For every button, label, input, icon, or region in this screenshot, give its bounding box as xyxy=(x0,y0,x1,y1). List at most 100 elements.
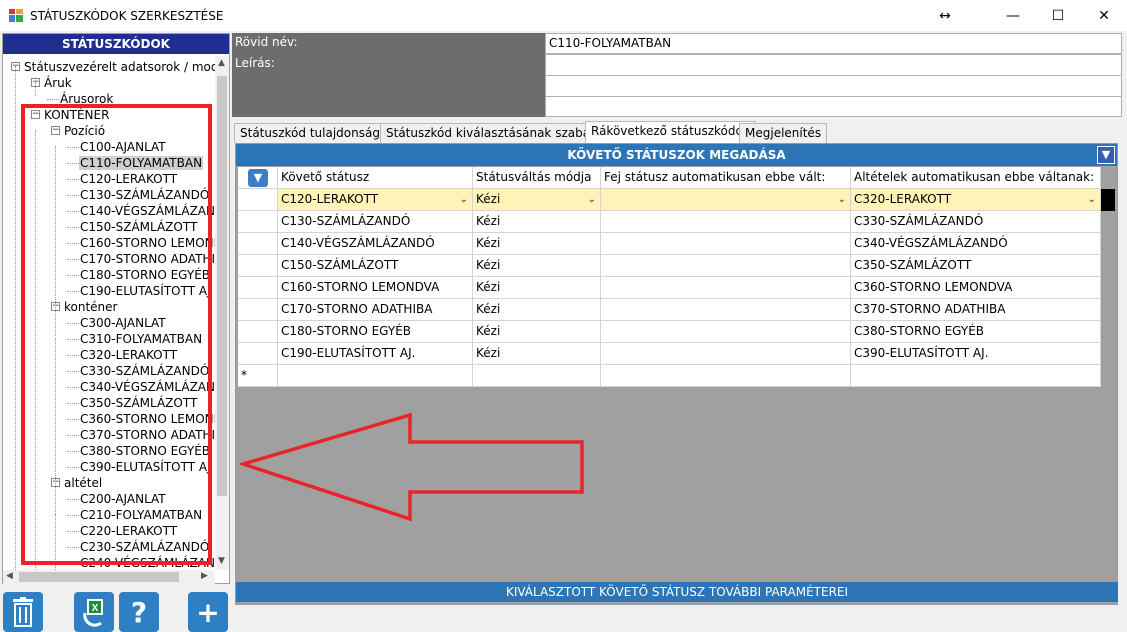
tree-guide-line xyxy=(15,66,16,570)
row-header[interactable] xyxy=(238,211,278,233)
grid-cell[interactable] xyxy=(601,365,851,387)
grid-cell[interactable]: C340-VÉGSZÁMLÁZANDÓ xyxy=(851,233,1101,255)
column-header[interactable]: Státusváltás módja xyxy=(473,167,601,189)
grid-cell[interactable]: C360-STORNO LEMONDVA xyxy=(851,277,1101,299)
dropdown-icon[interactable]: ⌄ xyxy=(838,189,846,210)
column-header[interactable]: Követő státusz xyxy=(278,167,473,189)
main-window: STÁTUSZKÓDOK SZERKESZTÉSE ↔ — ☐ ✕ STÁTUS… xyxy=(0,0,1127,632)
grid-cell[interactable] xyxy=(601,233,851,255)
trash-icon xyxy=(13,597,33,627)
grid-cell[interactable] xyxy=(601,321,851,343)
tab-display[interactable]: Megjelenítés xyxy=(739,123,828,143)
collapse-icon[interactable]: ▼ xyxy=(1097,146,1115,164)
window-title: STÁTUSZKÓDOK SZERKESZTÉSE xyxy=(30,9,224,23)
current-row-indicator xyxy=(1101,189,1115,211)
tree-node-label: Áruk xyxy=(44,76,72,90)
grid-cell-text: C320-LERAKOTT xyxy=(854,192,952,206)
grid-combo-cell[interactable]: C320-LERAKOTT ⌄ xyxy=(851,189,1101,211)
row-header[interactable] xyxy=(238,321,278,343)
grid-cell[interactable]: C350-SZÁMLÁZOTT xyxy=(851,255,1101,277)
description-field[interactable] xyxy=(545,54,1122,117)
grid-cell[interactable]: C330-SZÁMLÁZANDÓ xyxy=(851,211,1101,233)
dropdown-icon[interactable]: ⌄ xyxy=(460,189,468,210)
tab-selection-rules[interactable]: Státuszkód kiválasztásának szabályai xyxy=(380,123,618,143)
grid-cell[interactable]: C380-STORNO EGYÉB xyxy=(851,321,1101,343)
grid-cell[interactable]: C370-STORNO ADATHIBA xyxy=(851,299,1101,321)
grid-title: KÖVETŐ STÁTUSZOK MEGADÁSA xyxy=(236,144,1117,166)
following-status-panel: KÖVETŐ STÁTUSZOK MEGADÁSA ▼ ▼ Követő stát… xyxy=(235,143,1118,605)
export-button[interactable]: X xyxy=(74,592,114,632)
tree-horizontal-scrollbar[interactable]: ◀ ▶ xyxy=(3,570,215,584)
grid-cell[interactable]: C150-SZÁMLÁZOTT xyxy=(278,255,473,277)
description-label: Leírás: xyxy=(232,54,545,117)
grid-cell[interactable]: Kézi xyxy=(473,211,601,233)
dropdown-icon[interactable]: ⌄ xyxy=(1088,189,1096,210)
grid-cell[interactable] xyxy=(851,365,1101,387)
tree-node-label: Státuszvezérelt adatsorok / modu xyxy=(24,60,215,74)
excel-export-icon: X xyxy=(83,599,103,627)
grid-cell[interactable]: Kézi xyxy=(473,299,601,321)
grid-cell[interactable] xyxy=(278,365,473,387)
filter-icon[interactable]: ▼ xyxy=(248,169,268,187)
column-header[interactable]: Altételek automatikusan ebbe váltanak: xyxy=(851,167,1101,189)
row-header[interactable] xyxy=(238,343,278,365)
grid-cell[interactable] xyxy=(601,299,851,321)
scroll-left-icon[interactable]: ◀ xyxy=(6,571,13,581)
title-bar: STÁTUSZKÓDOK SZERKESZTÉSE ↔ — ☐ ✕ xyxy=(0,0,1127,31)
tree-vertical-scroll-thumb[interactable] xyxy=(217,76,227,496)
tree-panel-header: STÁTUSZKÓDOK xyxy=(3,34,229,54)
minimize-button[interactable]: — xyxy=(990,0,1036,31)
scroll-down-icon[interactable]: ▼ xyxy=(218,556,225,566)
tab-following-status-codes[interactable]: Rákövetkező státuszkódok xyxy=(585,121,756,143)
dropdown-icon[interactable]: ⌄ xyxy=(588,189,596,210)
row-header[interactable] xyxy=(238,233,278,255)
tree-node[interactable]: Státuszvezérelt adatsorok / modu xyxy=(23,59,215,75)
grid-cell[interactable]: C130-SZÁMLÁZANDÓ xyxy=(278,211,473,233)
grid-cell[interactable]: C180-STORNO EGYÉB xyxy=(278,321,473,343)
scroll-right-icon[interactable]: ▶ xyxy=(201,571,208,581)
grid-cell[interactable]: C190-ELUTASÍTOTT AJ. xyxy=(278,343,473,365)
grid-combo-cell[interactable]: Kézi ⌄ xyxy=(473,189,601,211)
grid-cell[interactable]: Kézi xyxy=(473,321,601,343)
add-button[interactable]: + xyxy=(188,592,228,632)
tree-guide-line xyxy=(35,82,36,96)
grid-cell[interactable] xyxy=(473,365,601,387)
grid-cell[interactable]: C140-VÉGSZÁMLÁZANDÓ xyxy=(278,233,473,255)
grid-cell[interactable] xyxy=(601,343,851,365)
additional-parameters-bar[interactable]: KIVÁLASZTOTT KÖVETŐ STÁTUSZ TOVÁBBI PARA… xyxy=(236,582,1118,602)
grid-cell[interactable] xyxy=(601,255,851,277)
grid-combo-cell[interactable]: C120-LERAKOTT ⌄ xyxy=(278,189,473,211)
grid-cell[interactable]: Kézi xyxy=(473,255,601,277)
grid-cell[interactable]: C390-ELUTASÍTOTT AJ. xyxy=(851,343,1101,365)
column-header[interactable]: Fej státusz automatikusan ebbe vált: xyxy=(601,167,851,189)
grid-cell[interactable]: C160-STORNO LEMONDVA xyxy=(278,277,473,299)
grid-cell[interactable]: Kézi xyxy=(473,277,601,299)
tree-node[interactable]: Áruk xyxy=(43,75,73,91)
close-button[interactable]: ✕ xyxy=(1081,0,1127,31)
grid-cell[interactable]: C170-STORNO ADATHIBA xyxy=(278,299,473,321)
maximize-button[interactable]: ☐ xyxy=(1035,0,1081,31)
tree-horizontal-scroll-thumb[interactable] xyxy=(19,572,179,582)
row-header[interactable]: * xyxy=(238,365,278,387)
tab-status-properties[interactable]: Státuszkód tulajdonságai xyxy=(234,123,397,143)
resize-icon[interactable]: ↔ xyxy=(922,0,968,31)
row-header[interactable] xyxy=(238,299,278,321)
scroll-up-icon[interactable]: ▲ xyxy=(218,58,225,68)
grid-cell-text: Kézi xyxy=(476,192,501,206)
grid-cell[interactable] xyxy=(601,277,851,299)
row-header[interactable] xyxy=(238,255,278,277)
short-name-label: Rövid név: xyxy=(232,33,545,54)
grid-corner-cell: ▼ xyxy=(238,167,278,189)
grid-combo-cell[interactable]: ⌄ xyxy=(601,189,851,211)
delete-button[interactable] xyxy=(3,592,43,632)
row-header[interactable] xyxy=(238,277,278,299)
grid-cell[interactable] xyxy=(601,211,851,233)
grid-cell[interactable]: Kézi xyxy=(473,343,601,365)
grid-cell-text: C120-LERAKOTT xyxy=(281,192,379,206)
short-name-field[interactable]: C110-FOLYAMATBAN xyxy=(545,33,1122,54)
row-header[interactable] xyxy=(238,189,278,211)
grid-cell[interactable]: Kézi xyxy=(473,233,601,255)
help-button[interactable]: ? xyxy=(119,592,159,632)
status-form: Rövid név: C110-FOLYAMATBAN Leírás: xyxy=(232,33,1122,117)
tree-vertical-scrollbar[interactable]: ▲ ▼ xyxy=(215,56,229,570)
